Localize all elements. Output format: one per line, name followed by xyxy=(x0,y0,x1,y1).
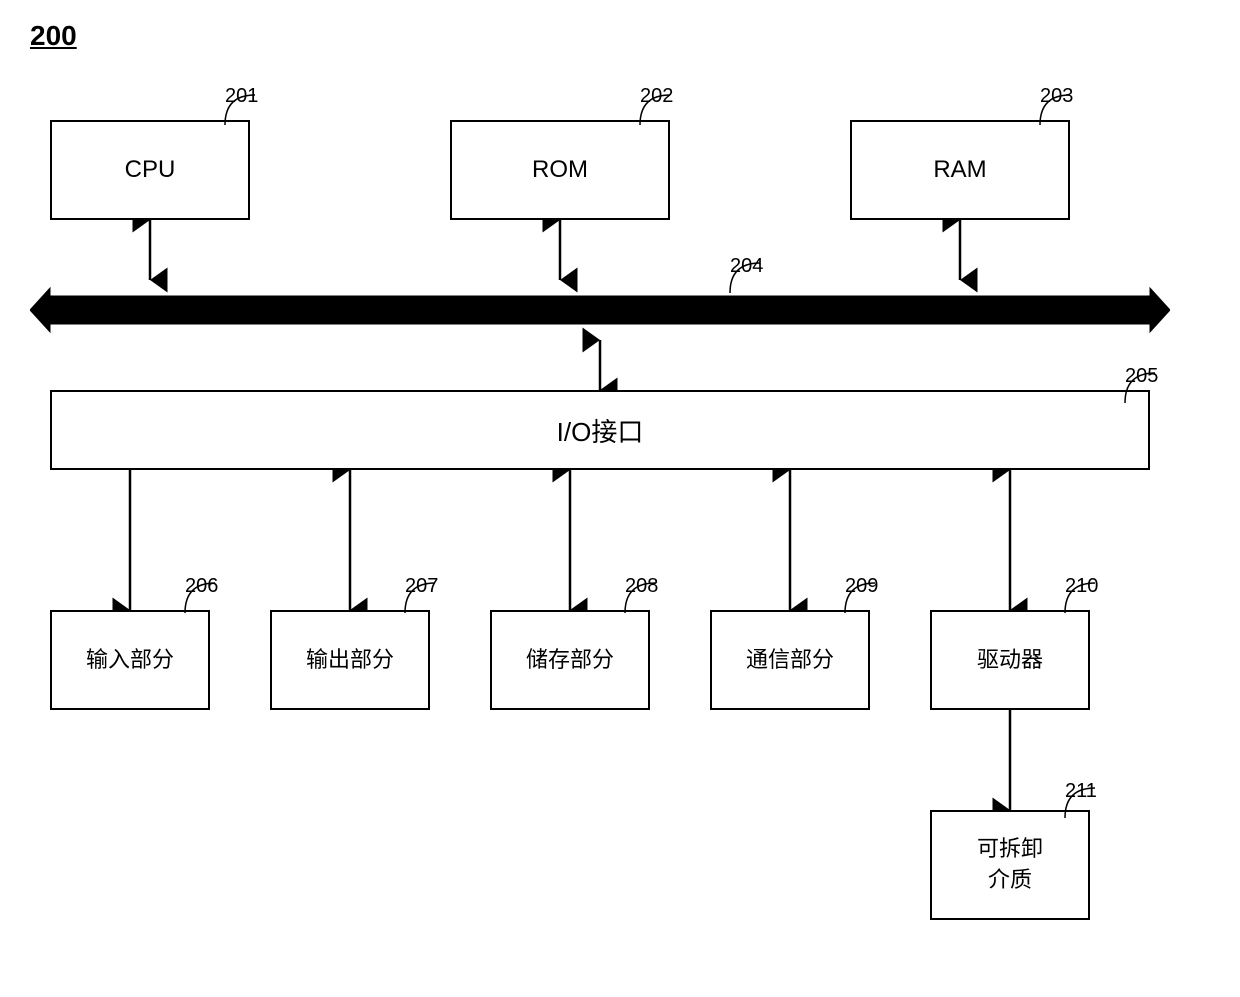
driver-ref: 210 xyxy=(1065,575,1098,598)
comm-ref: 209 xyxy=(845,575,878,598)
io-ref: 205 xyxy=(1125,365,1158,388)
output-label: 输出部分 xyxy=(306,645,394,676)
cpu-box: CPU xyxy=(50,120,250,220)
bus-ref: 204 xyxy=(730,255,763,278)
ram-box: RAM xyxy=(850,120,1070,220)
removable-label: 可拆卸 介质 xyxy=(977,834,1043,896)
output-ref: 207 xyxy=(405,575,438,598)
removable-ref: 211 xyxy=(1065,780,1097,803)
rom-box: ROM xyxy=(450,120,670,220)
driver-label: 驱动器 xyxy=(977,645,1043,676)
comm-label: 通信部分 xyxy=(746,645,834,676)
io-box: I/O接口 xyxy=(50,390,1150,470)
ram-label: RAM xyxy=(933,156,986,184)
cpu-ref: 201 xyxy=(225,85,258,108)
driver-box: 驱动器 xyxy=(930,610,1090,710)
removable-box: 可拆卸 介质 xyxy=(930,810,1090,920)
input-label: 输入部分 xyxy=(86,645,174,676)
storage-ref: 208 xyxy=(625,575,658,598)
rom-ref: 202 xyxy=(640,85,673,108)
comm-box: 通信部分 xyxy=(710,610,870,710)
io-label: I/O接口 xyxy=(557,412,644,449)
input-box: 输入部分 xyxy=(50,610,210,710)
cpu-label: CPU xyxy=(125,156,176,184)
storage-label: 储存部分 xyxy=(526,645,614,676)
output-box: 输出部分 xyxy=(270,610,430,710)
diagram-container: 200 xyxy=(30,20,1210,980)
diagram-title: 200 xyxy=(30,20,77,52)
storage-box: 储存部分 xyxy=(490,610,650,710)
input-ref: 206 xyxy=(185,575,218,598)
rom-label: ROM xyxy=(532,156,588,184)
ram-ref: 203 xyxy=(1040,85,1073,108)
